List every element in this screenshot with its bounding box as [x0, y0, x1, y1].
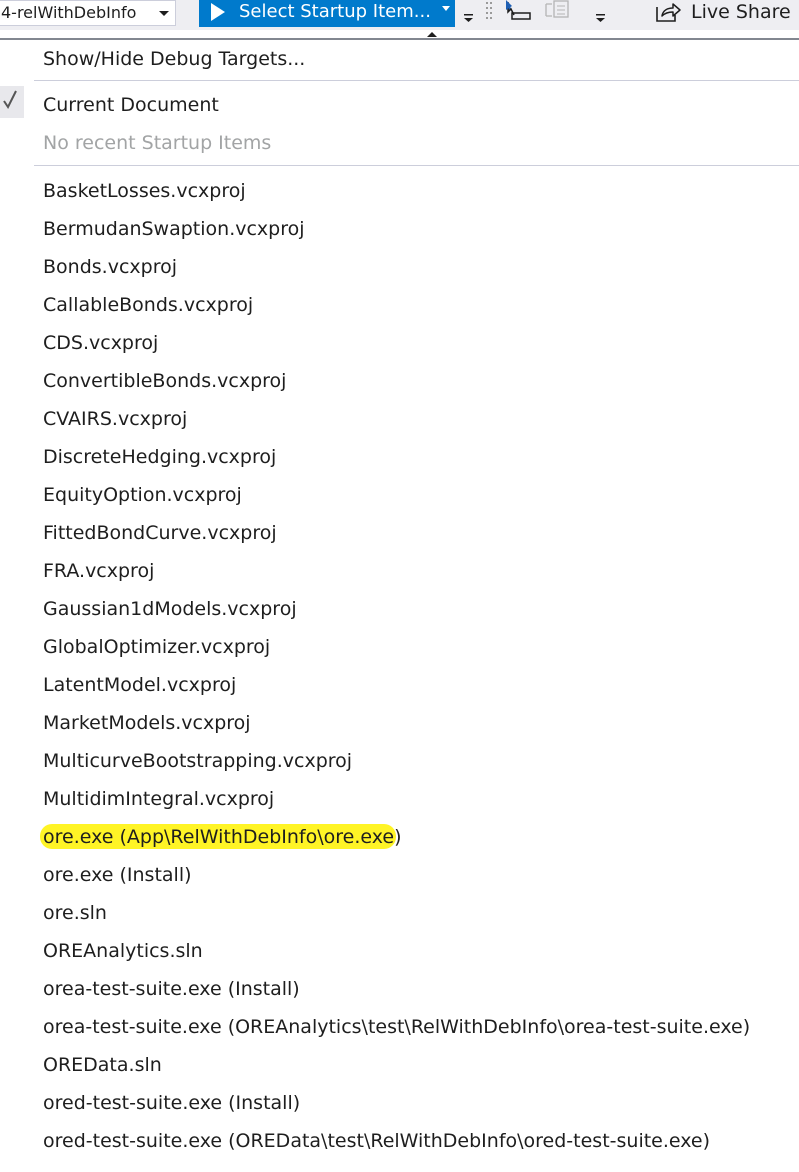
check-gutter: [0, 86, 24, 118]
startup-item[interactable]: ConvertibleBonds.vcxproj: [43, 362, 286, 400]
startup-item[interactable]: CDS.vcxproj: [43, 324, 158, 362]
startup-item[interactable]: OREData.sln: [43, 1046, 162, 1084]
startup-item[interactable]: orea-test-suite.exe (Install): [43, 970, 300, 1008]
startup-item[interactable]: ore.sln: [43, 894, 107, 932]
select-startup-item-button[interactable]: Select Startup Item...: [199, 0, 455, 27]
no-recent-startup-items-label: No recent Startup Items: [43, 132, 272, 154]
current-document-item[interactable]: Current Document: [43, 86, 219, 124]
debug-toolbar: 4-relWithDebInfo Select Startup Item...: [0, 0, 799, 30]
startup-item[interactable]: FRA.vcxproj: [43, 552, 154, 590]
solution-configuration-value: 4-relWithDebInfo: [1, 3, 137, 22]
startup-item[interactable]: MarketModels.vcxproj: [43, 704, 251, 742]
show-hide-debug-targets-item[interactable]: Show/Hide Debug Targets...: [43, 40, 305, 78]
startup-item[interactable]: GlobalOptimizer.vcxproj: [43, 628, 270, 666]
startup-item[interactable]: BermudanSwaption.vcxproj: [43, 210, 305, 248]
startup-item-menu: Show/Hide Debug Targets... Current Docum…: [0, 40, 799, 1172]
disabled-toolbar-icon[interactable]: [540, 0, 574, 28]
startup-item[interactable]: FittedBondCurve.vcxproj: [43, 514, 277, 552]
startup-item[interactable]: MultidimIntegral.vcxproj: [43, 780, 274, 818]
menu-separator: [34, 80, 799, 81]
menu-pointer-caret: [427, 32, 437, 37]
step-into-icon[interactable]: [502, 0, 536, 28]
solution-configuration-dropdown[interactable]: 4-relWithDebInfo: [0, 0, 176, 26]
startup-item[interactable]: BasketLosses.vcxproj: [43, 172, 246, 210]
live-share-label: Live Share: [691, 1, 791, 23]
startup-item[interactable]: Bonds.vcxproj: [43, 248, 177, 286]
startup-item[interactable]: EquityOption.vcxproj: [43, 476, 242, 514]
startup-item[interactable]: ored-test-suite.exe (OREData\test\RelWit…: [43, 1122, 710, 1160]
startup-item[interactable]: CVAIRS.vcxproj: [43, 400, 187, 438]
startup-item[interactable]: ored-test-suite.exe (Install): [43, 1084, 300, 1122]
menu-separator: [34, 165, 799, 166]
startup-item-highlighted[interactable]: ore.exe (App\RelWithDebInfo\ore.exe): [43, 818, 402, 856]
startup-item[interactable]: ore.exe (Install): [43, 856, 192, 894]
chevron-down-icon[interactable]: [159, 11, 169, 16]
checkmark-icon: [3, 90, 17, 109]
play-icon: [211, 3, 225, 21]
startup-item[interactable]: LatentModel.vcxproj: [43, 666, 236, 704]
startup-item[interactable]: OREAnalytics.sln: [43, 932, 203, 970]
startup-item[interactable]: orea-test-suite.exe (OREAnalytics\test\R…: [43, 1008, 750, 1046]
startup-dropdown-arrow-icon[interactable]: [442, 6, 450, 11]
startup-item[interactable]: MulticurveBootstrapping.vcxproj: [43, 742, 352, 780]
toolbar-overflow-icon[interactable]: [592, 0, 612, 28]
share-icon: [656, 3, 681, 22]
startup-button-label: Select Startup Item...: [239, 1, 431, 22]
startup-item[interactable]: Gaussian1dModels.vcxproj: [43, 590, 297, 628]
startup-item[interactable]: DiscreteHedging.vcxproj: [43, 438, 276, 476]
toolbar-overflow-icon[interactable]: [460, 0, 496, 28]
startup-item[interactable]: CallableBonds.vcxproj: [43, 286, 253, 324]
